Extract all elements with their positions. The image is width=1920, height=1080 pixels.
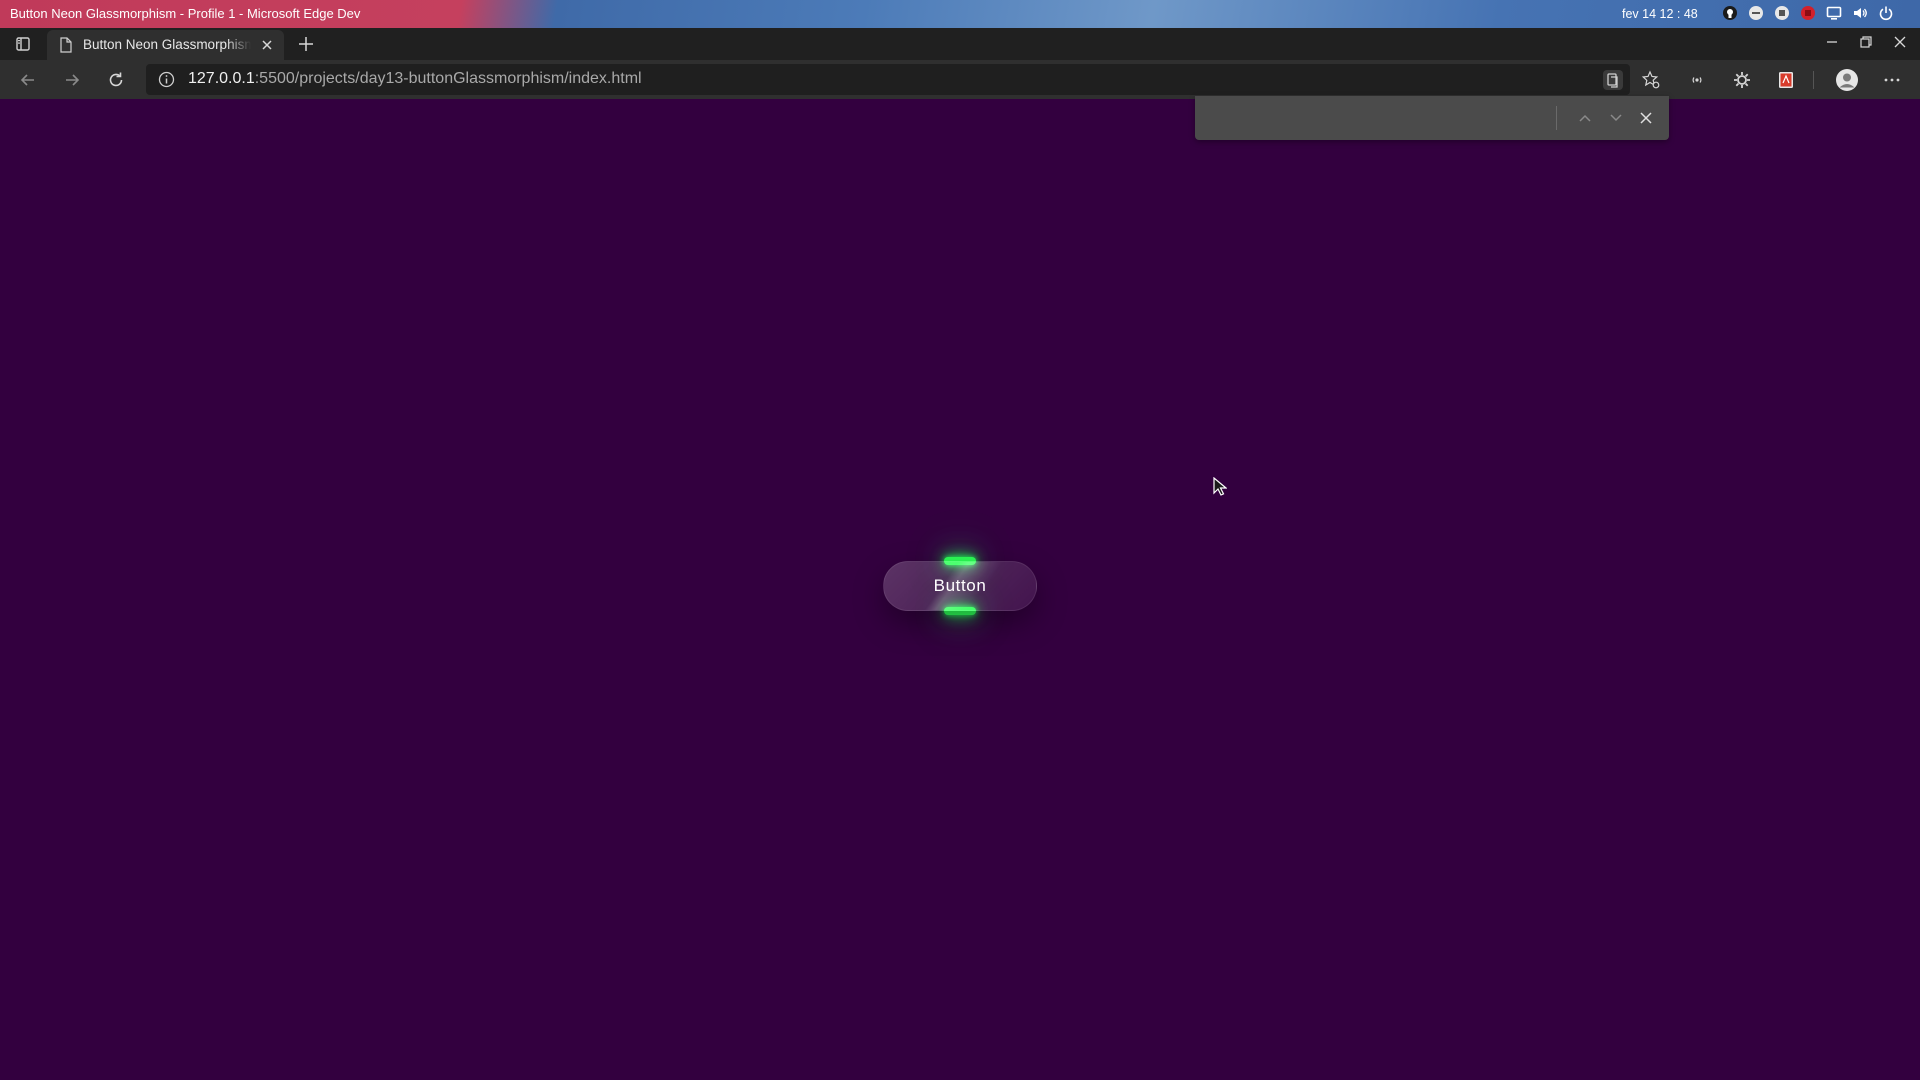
broadcast-icon[interactable] bbox=[1687, 70, 1707, 90]
back-arrow-icon[interactable] bbox=[18, 70, 38, 90]
site-info-icon[interactable] bbox=[158, 71, 175, 88]
find-next-icon[interactable] bbox=[1606, 108, 1626, 128]
find-previous-icon[interactable] bbox=[1575, 108, 1595, 128]
power-icon[interactable] bbox=[1878, 5, 1894, 21]
page-content: Button bbox=[0, 99, 1920, 1080]
volume-icon[interactable] bbox=[1852, 5, 1868, 21]
find-bar bbox=[1195, 96, 1669, 140]
close-tab-icon[interactable] bbox=[259, 37, 275, 53]
find-close-icon[interactable] bbox=[1636, 108, 1656, 128]
address-bar[interactable]: 127.0.0.1:5500/projects/day13-buttonGlas… bbox=[146, 64, 1630, 95]
pdf-extension-icon[interactable] bbox=[1776, 70, 1796, 90]
find-divider bbox=[1556, 106, 1557, 130]
reading-view-icon[interactable] bbox=[1603, 70, 1623, 90]
forward-arrow-icon[interactable] bbox=[62, 70, 82, 90]
github-icon[interactable] bbox=[1722, 5, 1738, 21]
find-input[interactable] bbox=[1195, 96, 1555, 140]
glass-button[interactable]: Button bbox=[883, 561, 1037, 611]
tab-actions-icon[interactable] bbox=[12, 34, 34, 54]
os-top-bar: Button Neon Glassmorphism - Profile 1 - … bbox=[0, 0, 1920, 28]
minus-circle-icon[interactable] bbox=[1748, 5, 1764, 21]
button-label: Button bbox=[933, 576, 987, 595]
url-host: 127.0.0.1 bbox=[188, 70, 255, 87]
neon-glass-button-wrapper: Button bbox=[883, 557, 1037, 615]
record-icon[interactable] bbox=[1774, 5, 1790, 21]
restore-icon[interactable] bbox=[1858, 34, 1874, 50]
tab-strip: Button Neon Glassmorphism bbox=[0, 28, 1920, 60]
minimize-icon[interactable] bbox=[1824, 34, 1840, 50]
close-window-icon[interactable] bbox=[1892, 34, 1908, 50]
active-tab[interactable]: Button Neon Glassmorphism bbox=[47, 30, 284, 60]
toolbar-divider bbox=[1813, 71, 1814, 89]
favorites-settings-icon[interactable] bbox=[1641, 70, 1661, 90]
system-clock[interactable]: fev 14 12 : 48 bbox=[1622, 7, 1698, 21]
more-menu-icon[interactable] bbox=[1882, 70, 1902, 90]
url-path: :5500/projects/day13-buttonGlassmorphism… bbox=[254, 70, 642, 87]
window-title: Button Neon Glassmorphism - Profile 1 - … bbox=[10, 6, 361, 21]
browser-toolbar: 127.0.0.1:5500/projects/day13-buttonGlas… bbox=[0, 60, 1920, 99]
new-tab-icon[interactable] bbox=[296, 34, 316, 54]
refresh-icon[interactable] bbox=[106, 70, 126, 90]
stop-record-icon[interactable] bbox=[1800, 5, 1816, 21]
display-icon[interactable] bbox=[1826, 5, 1842, 21]
extension-gear-icon[interactable] bbox=[1732, 70, 1752, 90]
url-text[interactable]: 127.0.0.1:5500/projects/day13-buttonGlas… bbox=[188, 70, 642, 88]
profile-avatar-icon[interactable] bbox=[1835, 68, 1859, 92]
document-icon bbox=[59, 37, 73, 53]
system-tray bbox=[1722, 5, 1894, 21]
mouse-pointer-icon bbox=[1213, 476, 1228, 497]
window-controls bbox=[1824, 34, 1908, 50]
tab-title: Button Neon Glassmorphism bbox=[83, 37, 251, 52]
